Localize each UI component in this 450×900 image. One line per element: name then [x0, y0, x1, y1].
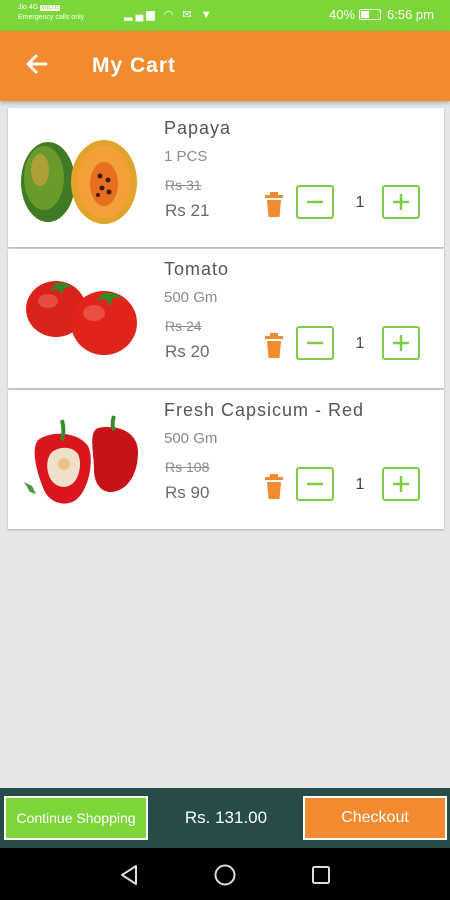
carrier-badge: VoLTE	[40, 5, 60, 11]
decrease-quantity-button[interactable]	[296, 326, 334, 360]
quantity-value: 1	[355, 194, 365, 211]
trophy-icon: ▼	[200, 9, 215, 21]
status-bar: Jio 4G VoLTE Emergency calls only ▂▄▆ ◠ …	[0, 0, 450, 31]
item-old-price: Rs 108	[165, 459, 210, 475]
item-price: Rs 90	[165, 483, 210, 502]
cart-total: Rs. 131.00	[184, 808, 268, 827]
trash-icon[interactable]	[262, 474, 286, 500]
decrease-quantity-button[interactable]	[296, 185, 334, 219]
nav-recents-icon[interactable]	[308, 862, 334, 888]
system-nav-bar	[0, 848, 450, 900]
page-title: My Cart	[92, 54, 177, 77]
increase-quantity-button[interactable]	[382, 326, 420, 360]
continue-shopping-button[interactable]: Continue Shopping	[4, 796, 148, 840]
wifi-icon: ◠	[163, 9, 177, 21]
emergency-text: Emergency calls only	[18, 14, 85, 21]
item-unit: 500 Gm	[164, 430, 218, 447]
checkout-bar: Continue Shopping Rs. 131.00 Checkout	[0, 788, 450, 848]
app-bar: My Cart	[0, 31, 450, 101]
battery-icon	[359, 9, 382, 21]
capsicum-image	[24, 415, 138, 504]
quantity-value: 1	[355, 335, 365, 352]
nav-back-icon[interactable]	[116, 862, 142, 888]
item-unit: 1 PCS	[164, 148, 208, 165]
item-unit: 500 Gm	[164, 289, 218, 306]
item-name: Fresh Capsicum - Red	[164, 400, 365, 420]
cart-item: Fresh Capsicum - Red 500 Gm Rs 108 Rs 90…	[8, 390, 444, 529]
papaya-image	[21, 140, 137, 224]
trash-icon[interactable]	[262, 192, 286, 218]
decrease-quantity-button[interactable]	[296, 467, 334, 501]
item-old-price: Rs 31	[165, 177, 202, 193]
nav-home-icon[interactable]	[212, 862, 238, 888]
battery-percent: 40%	[328, 7, 356, 22]
arrow-left-icon[interactable]	[24, 51, 56, 81]
carrier-info: Jio 4G VoLTE Emergency calls only	[18, 3, 84, 22]
cart-item: Papaya 1 PCS Rs 31 Rs 21 1	[8, 108, 444, 247]
carrier-name: Jio 4G	[18, 4, 39, 11]
cart-item: Tomato 500 Gm Rs 24 Rs 20 1	[8, 249, 444, 388]
tomato-image	[26, 281, 137, 355]
cart-list: Papaya 1 PCS Rs 31 Rs 21 1 Tomato 500 Gm…	[8, 108, 444, 531]
plus-icon	[393, 194, 409, 210]
status-icons: ▂▄▆ ◠ ✉ ▼	[124, 8, 215, 21]
item-name: Papaya	[164, 118, 232, 138]
status-right: 40% 6:56 pm	[329, 7, 434, 22]
trash-icon[interactable]	[262, 333, 286, 359]
notification-icon: ✉	[182, 9, 195, 21]
item-price: Rs 20	[165, 342, 210, 361]
minus-icon	[307, 341, 323, 345]
minus-icon	[307, 482, 323, 486]
item-old-price: Rs 24	[165, 318, 202, 334]
minus-icon	[307, 200, 323, 204]
increase-quantity-button[interactable]	[382, 185, 420, 219]
quantity-value: 1	[355, 476, 365, 493]
plus-icon	[393, 335, 409, 351]
clock: 6:56 pm	[387, 7, 434, 22]
checkout-button[interactable]: Checkout	[303, 796, 447, 840]
item-price: Rs 21	[165, 201, 210, 220]
plus-icon	[393, 476, 409, 492]
item-name: Tomato	[164, 259, 230, 279]
increase-quantity-button[interactable]	[382, 467, 420, 501]
signal-icon: ▂▄▆	[124, 9, 158, 21]
